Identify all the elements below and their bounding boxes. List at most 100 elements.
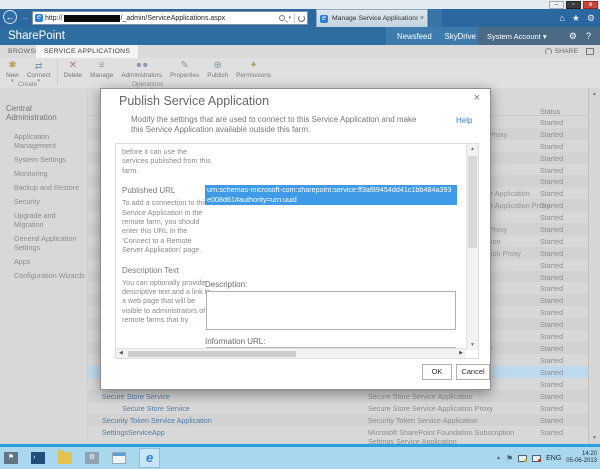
- suitebar-link-newsfeed[interactable]: Newsfeed: [397, 32, 432, 41]
- table-row[interactable]: Secure Store Service Secure Store Service…: [88, 402, 588, 414]
- sharepoint-brand: SharePoint: [8, 30, 65, 42]
- dialog-scroll-right-icon[interactable]: ▶: [459, 350, 463, 356]
- table-row[interactable]: Security Token Service Application Securi…: [88, 414, 588, 426]
- window-controls: – ▫ x: [549, 1, 598, 9]
- ribbon-properties-button[interactable]: ✎ Properties: [166, 59, 203, 80]
- ribbon-administrators-button[interactable]: ☻☻ Administrators: [117, 59, 166, 80]
- new-icon: ✱: [8, 60, 17, 71]
- alert-status-icon[interactable]: [532, 454, 542, 462]
- sidebar-item-backup-and-restore[interactable]: Backup and Restore: [14, 183, 85, 192]
- ribbon-manage-button[interactable]: ≡ Manage: [86, 59, 117, 80]
- network-status-icon[interactable]: [518, 454, 528, 462]
- dialog-scroll-left-icon[interactable]: ◀: [119, 350, 123, 356]
- sidebar-item-monitoring[interactable]: Monitoring: [14, 169, 85, 178]
- system-account-menu[interactable]: System Account ▾: [487, 32, 547, 41]
- ribbon-group-operations: Operations: [132, 81, 164, 88]
- back-button[interactable]: ←: [3, 10, 17, 24]
- maximize-button[interactable]: ▫: [566, 1, 581, 9]
- ie-taskbar-button[interactable]: e: [139, 448, 161, 468]
- action-center-flag-icon[interactable]: ⚑: [506, 454, 513, 463]
- sidebar-item-central-administration[interactable]: Central Administration: [6, 104, 83, 122]
- scroll-down-icon[interactable]: ▼: [589, 435, 600, 441]
- search-icon[interactable]: [279, 15, 286, 21]
- dialog-close-icon[interactable]: ×: [474, 92, 480, 104]
- description-text-heading: Description Text: [122, 265, 179, 275]
- favorites-star-icon[interactable]: ★: [572, 12, 580, 24]
- ribbon-publish-button[interactable]: ⊕ Publish: [203, 59, 232, 80]
- sidebar-item-security[interactable]: Security: [14, 197, 85, 206]
- dialog-scroll-down-icon[interactable]: ▼: [467, 342, 478, 348]
- forward-button[interactable]: →: [20, 12, 29, 22]
- dialog-scroll-up-icon[interactable]: ▲: [467, 146, 478, 152]
- ribbon-permissions-button[interactable]: ✦ Permissions: [232, 59, 275, 80]
- app-window-icon[interactable]: [112, 452, 126, 464]
- sidebar-item-application-management[interactable]: Application Management: [14, 132, 85, 150]
- page-scrollbar[interactable]: ▲ ▼: [588, 88, 600, 444]
- clock[interactable]: 14:20 05-06-2013: [566, 451, 597, 465]
- address-bar[interactable]: e http:///_admin/ServiceApplications.asp…: [32, 11, 308, 25]
- share-button[interactable]: SHARE: [544, 45, 578, 58]
- sidebar-item-system-settings[interactable]: System Settings: [14, 155, 85, 164]
- row-status: Started: [540, 141, 564, 151]
- admin-tools-icon[interactable]: ⚙: [85, 452, 99, 464]
- close-window-button[interactable]: x: [583, 1, 598, 9]
- sidebar-item-apps[interactable]: Apps: [14, 257, 85, 266]
- desktop-screen: – ▫ x ← → e http:///_admin/ServiceApplic…: [0, 0, 600, 469]
- ribbon-delete-button[interactable]: ✕ Delete: [60, 59, 86, 80]
- manage-icon: ≡: [98, 60, 105, 71]
- sidebar-item-configuration-wizards[interactable]: Configuration Wizards: [14, 271, 85, 280]
- scroll-up-icon[interactable]: ▲: [589, 91, 600, 97]
- ribbon-button-label: Manage: [90, 72, 114, 79]
- powershell-icon[interactable]: ›: [31, 452, 45, 464]
- service-application-link[interactable]: Secure Store Service: [122, 404, 190, 413]
- row-type-fragment: e Application: [489, 189, 530, 199]
- table-row[interactable]: Secure Store Service Secure Store Service…: [88, 390, 588, 402]
- service-application-link[interactable]: Secure Store Service: [102, 392, 170, 401]
- dialog-description: Modify the settings that are used to con…: [131, 115, 417, 134]
- tab-close-icon[interactable]: ×: [420, 15, 424, 22]
- server-manager-icon[interactable]: ⚑: [4, 452, 18, 464]
- help-icon[interactable]: ?: [586, 31, 591, 41]
- row-status: Started: [540, 379, 564, 389]
- information-url-label: Information URL:: [205, 337, 266, 346]
- ribbon-tab-service-applications[interactable]: SERVICE APPLICATIONS: [36, 45, 139, 58]
- row-type: Secure Store Service Application Proxy: [368, 403, 494, 413]
- dialog-fields-column: urn:schemas-microsoft-com:sharepoint:ser…: [205, 144, 460, 348]
- description-textarea[interactable]: [206, 291, 456, 330]
- search-caret-icon[interactable]: ▾: [288, 15, 291, 21]
- publish-service-application-dialog: Publish Service Application × Modify the…: [100, 88, 491, 390]
- dialog-horizontal-scrollbar[interactable]: ◀ ▶: [116, 348, 466, 358]
- tray-expand-icon[interactable]: ▲: [496, 455, 501, 461]
- cancel-button[interactable]: Cancel: [456, 364, 490, 380]
- dialog-vertical-scrollbar[interactable]: ▲ ▼: [466, 144, 478, 350]
- sidebar-item-general-application-settings[interactable]: General Application Settings: [14, 234, 85, 252]
- row-status: Started: [540, 177, 564, 187]
- home-icon[interactable]: ⌂: [559, 12, 564, 24]
- service-application-link[interactable]: Security Token Service Application: [102, 416, 212, 425]
- suitebar-link-skydrive[interactable]: SkyDrive: [445, 32, 476, 41]
- browser-titlebar: – ▫ x: [0, 0, 600, 9]
- row-status: Started: [540, 403, 564, 413]
- settings-gear-icon[interactable]: ⚙: [587, 12, 595, 24]
- ribbon-tab-row: BROWSE SERVICE APPLICATIONS SHARE: [0, 45, 600, 58]
- service-application-link[interactable]: SettingsServiceApp: [102, 428, 165, 437]
- help-link[interactable]: Help: [456, 116, 472, 125]
- focus-on-content-icon[interactable]: [586, 48, 594, 55]
- dialog-scroll-area: before it can use the services published…: [115, 143, 479, 359]
- ie-tab-icon: e: [320, 14, 328, 23]
- row-status: Started: [540, 415, 564, 425]
- taskbar: ⚑ › ⚙ e ▲ ⚑ ENG 14:20 05-06-2013: [0, 447, 600, 469]
- refresh-icon[interactable]: [298, 14, 305, 22]
- minimize-button[interactable]: –: [549, 1, 564, 9]
- new-tab-button[interactable]: [429, 9, 442, 27]
- browser-tab[interactable]: e Manage Service Applications ×: [316, 9, 428, 27]
- account-area: System Account ▾ ⚙ ?: [478, 27, 600, 45]
- ribbon-button-label: Delete: [63, 72, 83, 79]
- row-status: Started: [540, 308, 564, 318]
- folder-icon[interactable]: [58, 450, 72, 464]
- language-indicator[interactable]: ENG: [546, 455, 561, 462]
- settings-gear-icon[interactable]: ⚙: [569, 31, 577, 42]
- ok-button[interactable]: OK: [422, 364, 452, 380]
- sidebar-item-upgrade-and-migration[interactable]: Upgrade and Migration: [14, 211, 85, 229]
- published-url-field[interactable]: urn:schemas-microsoft-com:sharepoint:ser…: [205, 185, 457, 205]
